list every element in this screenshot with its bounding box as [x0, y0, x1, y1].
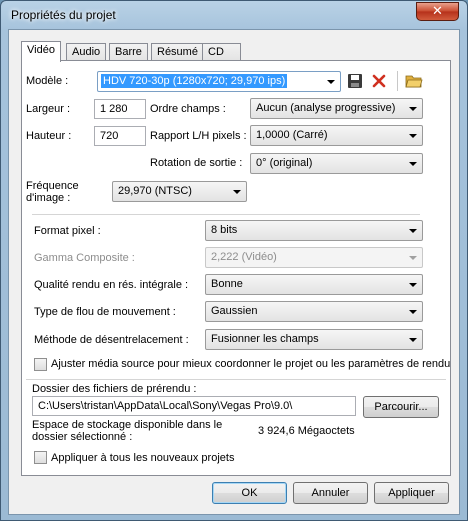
field-order-combo[interactable]: Aucun (analyse progressive)	[250, 98, 423, 119]
rotation-value: 0° (original)	[256, 157, 313, 169]
rotation-combo[interactable]: 0° (original)	[250, 153, 423, 174]
apply-all-label: Appliquer à tous les nouveaux projets	[51, 452, 235, 464]
render-quality-label: Qualité rendu en rés. intégrale :	[34, 279, 189, 291]
window-title: Propriétés du projet	[11, 8, 116, 22]
deinterlace-label: Méthode de désentrelacement :	[34, 334, 189, 346]
gamma-value: 2,222 (Vidéo)	[211, 251, 277, 263]
pixel-ratio-label: Rapport L/H pixels :	[150, 130, 247, 142]
motion-blur-combo[interactable]: Gaussien	[205, 301, 423, 322]
model-label: Modèle :	[26, 75, 69, 87]
rotation-label: Rotation de sortie :	[150, 157, 243, 169]
save-icon[interactable]	[346, 72, 364, 90]
frame-rate-label-line2: d'image :	[26, 192, 71, 204]
chevron-down-icon	[409, 310, 417, 314]
frame-rate-combo[interactable]: 29,970 (NTSC)	[112, 181, 247, 202]
model-combo[interactable]: HDV 720-30p (1280x720; 29,970 ips)	[97, 71, 341, 92]
ok-button[interactable]: OK	[212, 482, 287, 504]
chevron-down-icon	[409, 162, 417, 166]
width-field[interactable]: 1 280	[94, 99, 146, 119]
frame-rate-value: 29,970 (NTSC)	[118, 185, 192, 197]
apply-button[interactable]: Appliquer	[374, 482, 449, 504]
apply-all-checkbox[interactable]	[34, 451, 47, 464]
toolbar-divider	[397, 71, 398, 91]
adjust-media-label: Ajuster média source pour mieux coordonn…	[51, 358, 451, 370]
pixel-ratio-value: 1,0000 (Carré)	[256, 129, 328, 141]
pixel-format-value: 8 bits	[211, 224, 238, 236]
render-quality-value: Bonne	[211, 278, 243, 290]
close-button[interactable]: ✕	[416, 2, 459, 21]
tab-audio[interactable]: Audio	[66, 43, 107, 61]
storage-label-line1: Espace de stockage disponible dans le	[32, 419, 223, 431]
motion-blur-value: Gaussien	[211, 305, 258, 317]
separator	[26, 379, 446, 380]
separator	[32, 214, 420, 215]
chevron-down-icon	[409, 338, 417, 342]
chevron-down-icon	[409, 229, 417, 233]
height-field[interactable]: 720	[94, 126, 146, 146]
chevron-down-icon	[409, 134, 417, 138]
chevron-down-icon	[409, 256, 417, 260]
prerender-folder-field[interactable]: C:\Users\tristan\AppData\Local\Sony\Vega…	[32, 396, 356, 416]
deinterlace-value: Fusionner les champs	[211, 333, 319, 345]
chevron-down-icon	[233, 190, 241, 194]
pixel-ratio-combo[interactable]: 1,0000 (Carré)	[250, 125, 423, 146]
tab-barre[interactable]: Barre	[109, 43, 148, 61]
chevron-down-icon	[409, 107, 417, 111]
dialog-client-area: Vidéo Audio Barre Résumé CD audio Modèle…	[8, 29, 460, 515]
gamma-combo: 2,222 (Vidéo)	[205, 247, 423, 268]
prerender-folder-label: Dossier des fichiers de prérendu :	[32, 383, 197, 395]
title-bar[interactable]: Propriétés du projet ✕	[1, 1, 467, 29]
adjust-media-checkbox[interactable]	[34, 358, 47, 371]
field-order-label: Ordre champs :	[150, 103, 226, 115]
pixel-format-combo[interactable]: 8 bits	[205, 220, 423, 241]
chevron-down-icon	[327, 80, 335, 84]
field-order-value: Aucun (analyse progressive)	[256, 102, 396, 114]
width-label: Largeur :	[26, 103, 71, 115]
folder-open-icon[interactable]	[405, 72, 423, 90]
deinterlace-combo[interactable]: Fusionner les champs	[205, 329, 423, 350]
delete-icon[interactable]	[370, 72, 388, 90]
height-label: Hauteur :	[26, 130, 72, 142]
tab-resume[interactable]: Résumé	[151, 43, 204, 61]
pixel-format-label: Format pixel :	[34, 225, 101, 237]
chevron-down-icon	[409, 283, 417, 287]
gamma-label: Gamma Composite :	[34, 252, 135, 264]
model-value: HDV 720-30p (1280x720; 29,970 ips)	[101, 74, 288, 88]
storage-value: 3 924,6 Mégaoctets	[258, 425, 355, 437]
tab-video[interactable]: Vidéo	[21, 41, 61, 62]
browse-button[interactable]: Parcourir...	[363, 396, 439, 418]
video-tab-panel: Modèle : HDV 720-30p (1280x720; 29,970 i…	[21, 60, 451, 476]
tab-cd-audio[interactable]: CD audio	[202, 43, 241, 74]
cancel-button[interactable]: Annuler	[293, 482, 368, 504]
storage-label-line2: dossier sélectionné :	[32, 431, 133, 443]
render-quality-combo[interactable]: Bonne	[205, 274, 423, 295]
project-properties-window: Propriétés du projet ✕ Vidéo Audio Barre…	[0, 0, 468, 521]
motion-blur-label: Type de flou de mouvement :	[34, 306, 176, 318]
frame-rate-label-line1: Fréquence	[26, 180, 79, 192]
